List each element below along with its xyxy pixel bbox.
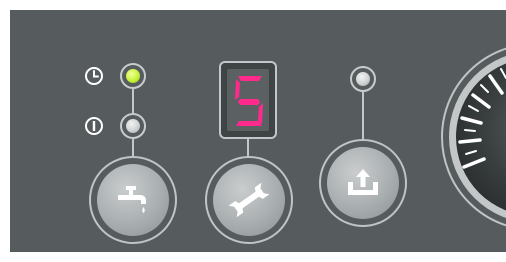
water-button[interactable] bbox=[97, 164, 169, 236]
control-panel bbox=[10, 10, 506, 252]
power-icon bbox=[84, 116, 104, 136]
tap-icon bbox=[115, 182, 151, 218]
pressure-gauge bbox=[440, 42, 506, 232]
service-button[interactable] bbox=[213, 164, 285, 236]
power-led bbox=[126, 119, 140, 133]
timer-led bbox=[126, 69, 140, 83]
drain-button[interactable] bbox=[327, 147, 399, 219]
drain-upload-icon bbox=[344, 163, 382, 201]
connector-line bbox=[247, 139, 249, 157]
clock-icon bbox=[84, 66, 104, 86]
connector-line bbox=[132, 139, 134, 157]
digit-display bbox=[219, 61, 277, 139]
connector-line bbox=[132, 89, 134, 113]
connector-line bbox=[362, 92, 364, 140]
digit-display-value bbox=[232, 73, 266, 129]
drain-led bbox=[356, 72, 370, 86]
wrench-icon bbox=[227, 178, 271, 222]
